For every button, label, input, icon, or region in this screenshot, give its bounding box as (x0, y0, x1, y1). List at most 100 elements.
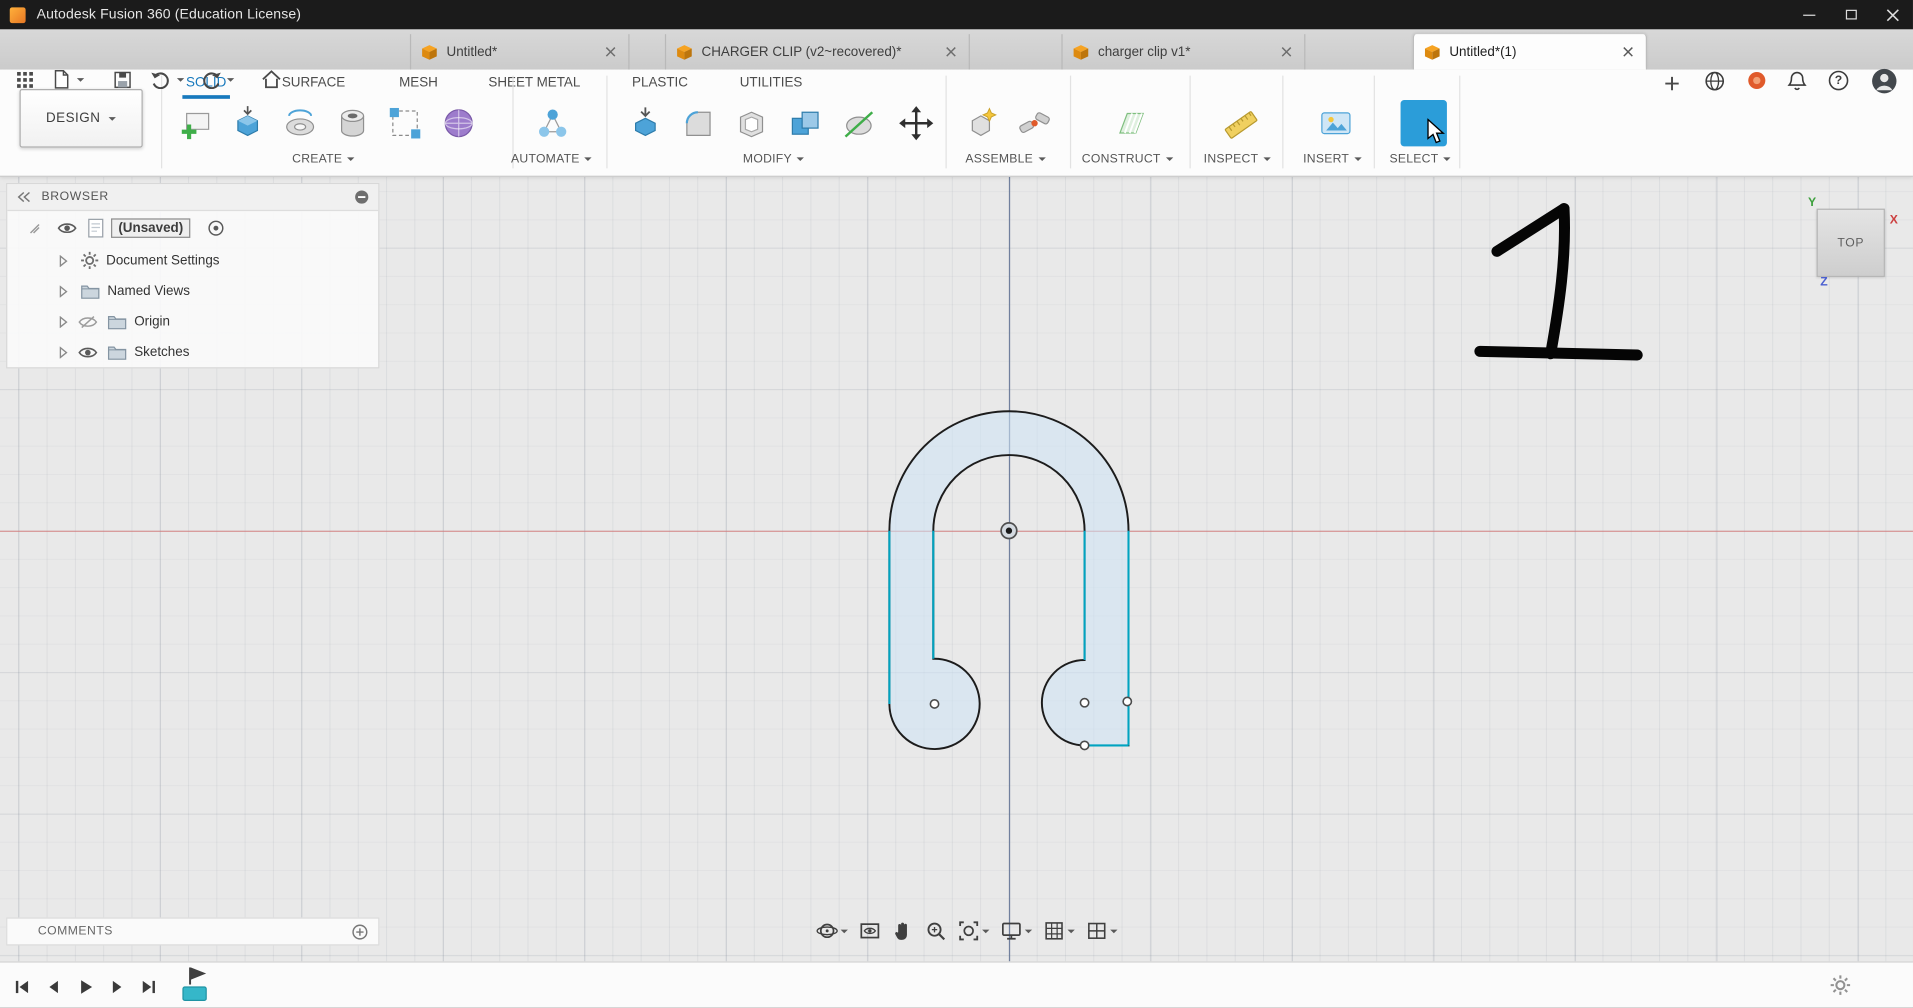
extrude-icon[interactable] (224, 100, 270, 146)
insert-canvas-icon[interactable] (1313, 100, 1359, 146)
close-button[interactable] (1871, 0, 1912, 29)
workspace-label: DESIGN (46, 111, 100, 126)
fillet-icon[interactable] (675, 100, 721, 146)
sketch-profile[interactable] (889, 411, 1128, 749)
ribbon-tab-sheet-metal[interactable]: SHEET METAL (485, 74, 584, 95)
home-icon[interactable] (259, 67, 283, 91)
help-icon[interactable]: ? (1825, 67, 1852, 94)
timeline-go-to-start-icon[interactable] (7, 972, 36, 1001)
joint-icon[interactable] (1011, 100, 1057, 146)
construction-plane-icon[interactable] (1107, 100, 1153, 146)
redo-icon[interactable] (200, 67, 224, 91)
timeline-settings-gear-icon[interactable] (1830, 975, 1851, 1002)
activate-component-icon[interactable] (208, 220, 225, 237)
add-comment-icon[interactable] (351, 923, 368, 940)
group-modify[interactable]: MODIFY (743, 153, 804, 166)
viewcube-face-label[interactable]: TOP (1837, 236, 1864, 249)
display-settings-icon[interactable] (997, 917, 1036, 944)
revolve-icon[interactable] (277, 100, 323, 146)
document-tab[interactable]: CHARGER CLIP (v2~recovered)* (665, 34, 970, 69)
visibility-eye-icon[interactable] (57, 221, 77, 236)
browser-item-named-views[interactable]: Named Views (7, 276, 378, 307)
timeline-playhead[interactable] (181, 966, 213, 1008)
timeline-go-to-end-icon[interactable] (134, 972, 163, 1001)
minimize-button[interactable] (1789, 0, 1830, 29)
undo-caret-icon[interactable] (173, 67, 188, 91)
group-construct[interactable]: CONSTRUCT (1082, 153, 1173, 166)
combine-icon[interactable] (782, 100, 828, 146)
expander-icon[interactable] (59, 254, 69, 266)
maximize-button[interactable] (1830, 0, 1871, 29)
workspace-selector[interactable]: DESIGN (20, 89, 143, 148)
new-tab-icon[interactable] (1659, 71, 1683, 95)
visibility-eye-off-icon[interactable] (78, 314, 98, 329)
ribbon-tab-utilities[interactable]: UTILITIES (736, 74, 806, 95)
shell-icon[interactable] (728, 100, 774, 146)
ribbon-tab-plastic[interactable]: PLASTIC (628, 74, 691, 95)
notifications-bell-icon[interactable] (1784, 67, 1811, 94)
save-icon[interactable] (110, 67, 134, 91)
press-pull-icon[interactable] (622, 100, 668, 146)
zoom-icon[interactable] (921, 917, 950, 944)
timeline-play-icon[interactable] (71, 972, 100, 1001)
document-cube-icon (676, 43, 693, 60)
file-menu-icon[interactable] (49, 67, 73, 91)
document-tab[interactable]: Untitled* (410, 34, 630, 69)
separator (606, 76, 607, 169)
tab-close-icon[interactable] (1619, 43, 1636, 60)
redo-caret-icon[interactable] (223, 67, 238, 91)
browser-item-document-settings[interactable]: Document Settings (7, 245, 378, 276)
timeline-step-back-icon[interactable] (39, 972, 68, 1001)
measure-icon[interactable] (1218, 100, 1264, 146)
grid-snaps-icon[interactable] (1039, 917, 1078, 944)
group-assemble[interactable]: ASSEMBLE (965, 153, 1045, 166)
item-label: Document Settings (106, 253, 219, 268)
split-body-icon[interactable] (836, 100, 882, 146)
extensions-globe-icon[interactable] (1701, 67, 1728, 94)
ribbon-tab-surface[interactable]: SURFACE (278, 74, 349, 95)
group-create[interactable]: CREATE (292, 153, 354, 166)
viewcube[interactable]: TOP (1817, 209, 1885, 277)
visibility-eye-icon[interactable] (78, 345, 98, 360)
browser-item-origin[interactable]: Origin (7, 306, 378, 337)
tab-close-icon[interactable] (1277, 43, 1294, 60)
separator (1282, 76, 1283, 169)
browser-item-root[interactable]: (Unsaved) (7, 211, 378, 245)
viewports-icon[interactable] (1082, 917, 1121, 944)
pattern-icon[interactable] (382, 100, 428, 146)
document-tab[interactable]: charger clip v1* (1061, 34, 1305, 69)
hole-icon[interactable] (329, 100, 375, 146)
automate-icon[interactable] (529, 100, 575, 146)
browser-item-sketches[interactable]: Sketches (7, 337, 378, 368)
fit-icon[interactable] (954, 917, 993, 944)
document-tab-active[interactable]: Untitled*(1) (1413, 34, 1647, 69)
orbit-icon[interactable] (813, 917, 852, 944)
comments-bar[interactable]: COMMENTS (6, 917, 379, 945)
group-inspect[interactable]: INSPECT (1204, 153, 1271, 166)
job-status-icon[interactable] (1743, 67, 1770, 94)
ribbon-tab-mesh[interactable]: MESH (395, 74, 441, 95)
expander-icon[interactable] (59, 285, 69, 297)
expander-icon[interactable] (59, 346, 69, 358)
collapse-tree-icon[interactable] (354, 189, 370, 205)
origin-point[interactable] (1001, 523, 1017, 539)
tab-close-icon[interactable] (942, 43, 959, 60)
file-menu-caret-icon[interactable] (73, 67, 88, 91)
timeline-step-forward-icon[interactable] (102, 972, 131, 1001)
create-form-icon[interactable] (436, 100, 482, 146)
move-copy-icon[interactable] (893, 100, 939, 146)
user-avatar[interactable] (1870, 67, 1897, 94)
expander-icon[interactable] (59, 315, 69, 327)
root-document-label[interactable]: (Unsaved) (111, 218, 191, 238)
collapse-panel-icon[interactable] (16, 190, 32, 203)
undo-icon[interactable] (148, 67, 172, 91)
group-automate[interactable]: AUTOMATE (511, 153, 592, 166)
tab-close-icon[interactable] (601, 43, 618, 60)
look-at-icon[interactable] (855, 917, 884, 944)
pan-icon[interactable] (888, 917, 917, 944)
new-component-icon[interactable] (958, 100, 1004, 146)
app-grid-menu-icon[interactable] (12, 67, 36, 91)
create-sketch-icon[interactable] (173, 100, 219, 146)
group-insert[interactable]: INSERT (1303, 153, 1361, 166)
group-select[interactable]: SELECT (1390, 153, 1451, 166)
